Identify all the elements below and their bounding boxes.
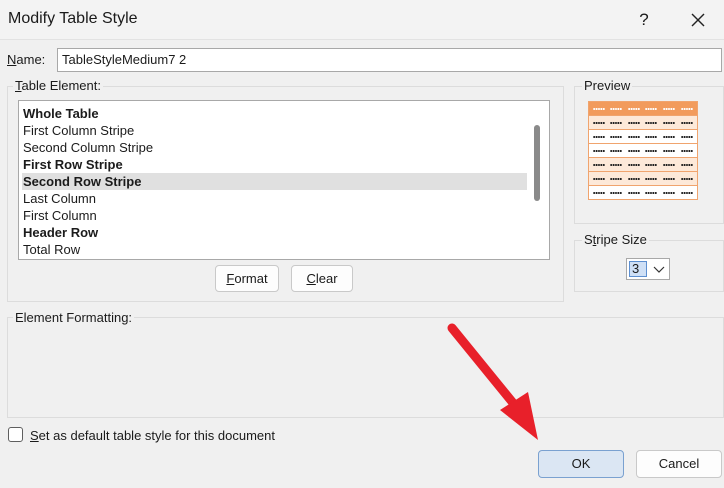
element-formatting-label: Element Formatting:: [13, 310, 135, 325]
preview-label: Preview: [582, 78, 633, 93]
list-item[interactable]: Total Row: [22, 241, 527, 258]
list-item[interactable]: First Column: [22, 207, 527, 224]
stripe-size-dropdown[interactable]: 3: [626, 258, 670, 280]
clear-button[interactable]: Clear: [291, 265, 353, 292]
stripe-size-value[interactable]: 3: [629, 261, 647, 277]
list-scrollbar-thumb[interactable]: [534, 125, 540, 201]
close-icon: [691, 13, 705, 27]
preview-header-row: [588, 101, 698, 116]
stripe-size-label: Stripe Size: [582, 232, 649, 247]
default-style-label: Set as default table style for this docu…: [30, 428, 275, 443]
preview-row: [588, 143, 698, 158]
dialog-title: Modify Table Style: [8, 10, 138, 27]
list-item-selected[interactable]: Second Row Stripe: [22, 173, 527, 190]
close-button[interactable]: [682, 4, 714, 36]
name-label: Name:: [7, 52, 46, 67]
list-item[interactable]: First Row Stripe: [22, 156, 527, 173]
default-style-checkbox[interactable]: [8, 427, 23, 442]
help-button[interactable]: ?: [630, 6, 658, 34]
preview-row: [588, 185, 698, 200]
preview-row: [588, 129, 698, 144]
title-bar: Modify Table Style ?: [0, 0, 724, 40]
list-item[interactable]: Whole Table: [22, 105, 527, 122]
list-item[interactable]: Header Row: [22, 224, 527, 241]
ok-button[interactable]: OK: [538, 450, 624, 478]
annotation-arrow: [447, 323, 538, 440]
list-item[interactable]: Last Column: [22, 190, 527, 207]
cancel-button[interactable]: Cancel: [636, 450, 722, 478]
list-item[interactable]: Second Column Stripe: [22, 139, 527, 156]
name-input[interactable]: TableStyleMedium7 2: [57, 48, 722, 72]
preview-row: [588, 157, 698, 172]
format-button[interactable]: Format: [215, 265, 279, 292]
table-preview: [588, 98, 706, 210]
chevron-down-icon: [653, 266, 665, 273]
element-formatting-group: [7, 317, 724, 418]
table-element-list[interactable]: Whole Table First Column Stripe Second C…: [18, 100, 550, 260]
preview-row: [588, 171, 698, 186]
preview-row: [588, 115, 698, 130]
table-element-label: Table Element:: [13, 78, 103, 93]
list-item[interactable]: First Column Stripe: [22, 122, 527, 139]
